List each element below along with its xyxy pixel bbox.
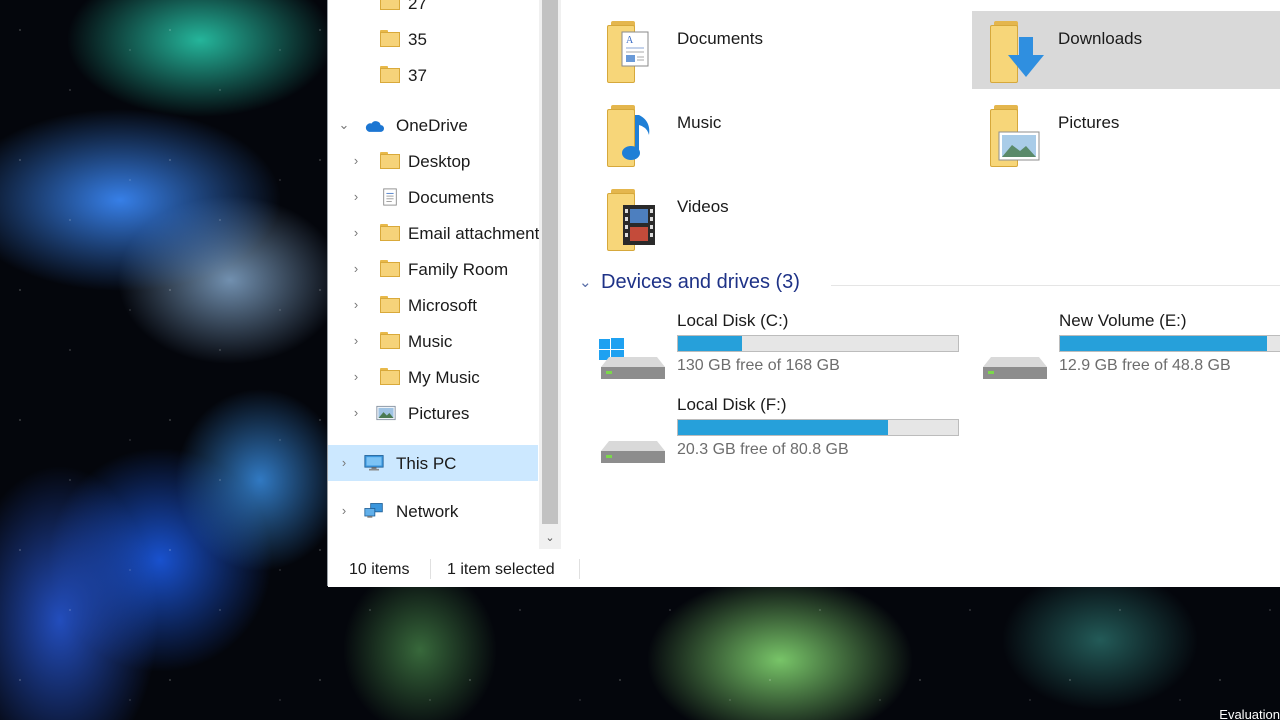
folder-tile-documents[interactable]: A Documents (563, 9, 863, 87)
section-collapse-chevron-icon[interactable]: ⌄ (579, 273, 592, 291)
folder-tile-downloads[interactable]: Downloads (972, 11, 1280, 89)
status-bar: 10 items 1 item selected (328, 549, 1280, 587)
chevron-right-icon[interactable]: › (337, 456, 351, 470)
windows-drive-icon (599, 338, 665, 379)
folder-icon (380, 260, 400, 277)
nav-pictures[interactable]: › Pictures (328, 395, 538, 431)
network-icon (364, 503, 383, 518)
hard-drive-icon (601, 441, 665, 463)
nav-my-music[interactable]: › My Music (328, 359, 538, 395)
nav-family-room[interactable]: › Family Room (328, 251, 538, 287)
folder-icon (380, 296, 400, 313)
evaluation-watermark: Evaluation (1219, 707, 1280, 720)
folder-tile-videos[interactable]: Videos (563, 177, 863, 255)
folder-icon (380, 224, 400, 241)
nav-documents[interactable]: › Documents (328, 179, 538, 215)
videos-folder-icon (607, 189, 659, 251)
documents-icon (383, 188, 397, 206)
chevron-right-icon[interactable]: › (349, 190, 363, 204)
drive-usage-bar (1059, 335, 1280, 352)
item-count: 10 items (349, 561, 410, 578)
nav-folder-37[interactable]: 37 (328, 57, 538, 93)
folder-icon (380, 368, 400, 385)
drive-e[interactable]: New Volume (E:) 12.9 GB free of 48.8 GB (981, 311, 1280, 383)
drive-c[interactable]: Local Disk (C:) 130 GB free of 168 GB (599, 311, 979, 383)
selection-count: 1 item selected (447, 561, 555, 578)
downloads-folder-icon (990, 21, 1044, 83)
file-explorer-window: 27 35 37 ⌄ OneDrive › Desktop › Document… (327, 0, 1280, 587)
scroll-down-arrow-icon[interactable]: ⌄ (543, 531, 557, 545)
chevron-right-icon[interactable]: › (349, 262, 363, 276)
nav-desktop[interactable]: › Desktop (328, 143, 538, 179)
music-folder-icon (607, 105, 659, 167)
chevron-right-icon[interactable]: › (349, 334, 363, 348)
folder-tile-pictures[interactable]: Pictures (972, 93, 1272, 171)
navigation-pane: 27 35 37 ⌄ OneDrive › Desktop › Document… (328, 0, 540, 549)
drive-f[interactable]: Local Disk (F:) 20.3 GB free of 80.8 GB (599, 395, 979, 467)
chevron-right-icon[interactable]: › (349, 226, 363, 240)
nav-onedrive[interactable]: ⌄ OneDrive (328, 107, 538, 143)
nav-folder-35[interactable]: 35 (328, 21, 538, 57)
folder-icon (380, 30, 400, 47)
folder-icon (380, 66, 400, 83)
pictures-folder-icon (990, 105, 1042, 167)
documents-folder-icon: A (607, 21, 659, 83)
folder-icon (380, 0, 400, 10)
nav-music[interactable]: › Music (328, 323, 538, 359)
pictures-icon (376, 405, 396, 421)
chevron-right-icon[interactable]: › (349, 154, 363, 168)
chevron-right-icon[interactable]: › (349, 370, 363, 384)
drive-usage-bar (677, 419, 959, 436)
scrollbar-thumb[interactable] (542, 0, 558, 524)
nav-folder-27[interactable]: 27 (328, 0, 538, 21)
section-divider (831, 285, 1280, 286)
hard-drive-icon (983, 357, 1047, 379)
nav-microsoft[interactable]: › Microsoft (328, 287, 538, 323)
nav-this-pc[interactable]: › This PC (328, 445, 538, 481)
chevron-right-icon[interactable]: › (349, 298, 363, 312)
nav-email-attachments[interactable]: › Email attachments (328, 215, 540, 251)
folder-tile-music[interactable]: Music (563, 93, 863, 171)
this-pc-monitor-icon (364, 455, 384, 471)
content-pane: A Documents Downloads Music Pictures Vid… (563, 0, 1280, 549)
nav-network[interactable]: › Network (328, 493, 538, 529)
folder-icon (380, 332, 400, 349)
chevron-down-icon[interactable]: ⌄ (337, 118, 351, 132)
chevron-right-icon[interactable]: › (337, 504, 351, 518)
drive-usage-bar (677, 335, 959, 352)
folder-icon (380, 152, 400, 169)
devices-section-title[interactable]: Devices and drives (3) (601, 271, 800, 294)
nav-scrollbar[interactable]: ⌄ (539, 0, 561, 549)
svg-text:A: A (626, 35, 634, 46)
onedrive-cloud-icon (365, 121, 384, 132)
chevron-right-icon[interactable]: › (349, 406, 363, 420)
